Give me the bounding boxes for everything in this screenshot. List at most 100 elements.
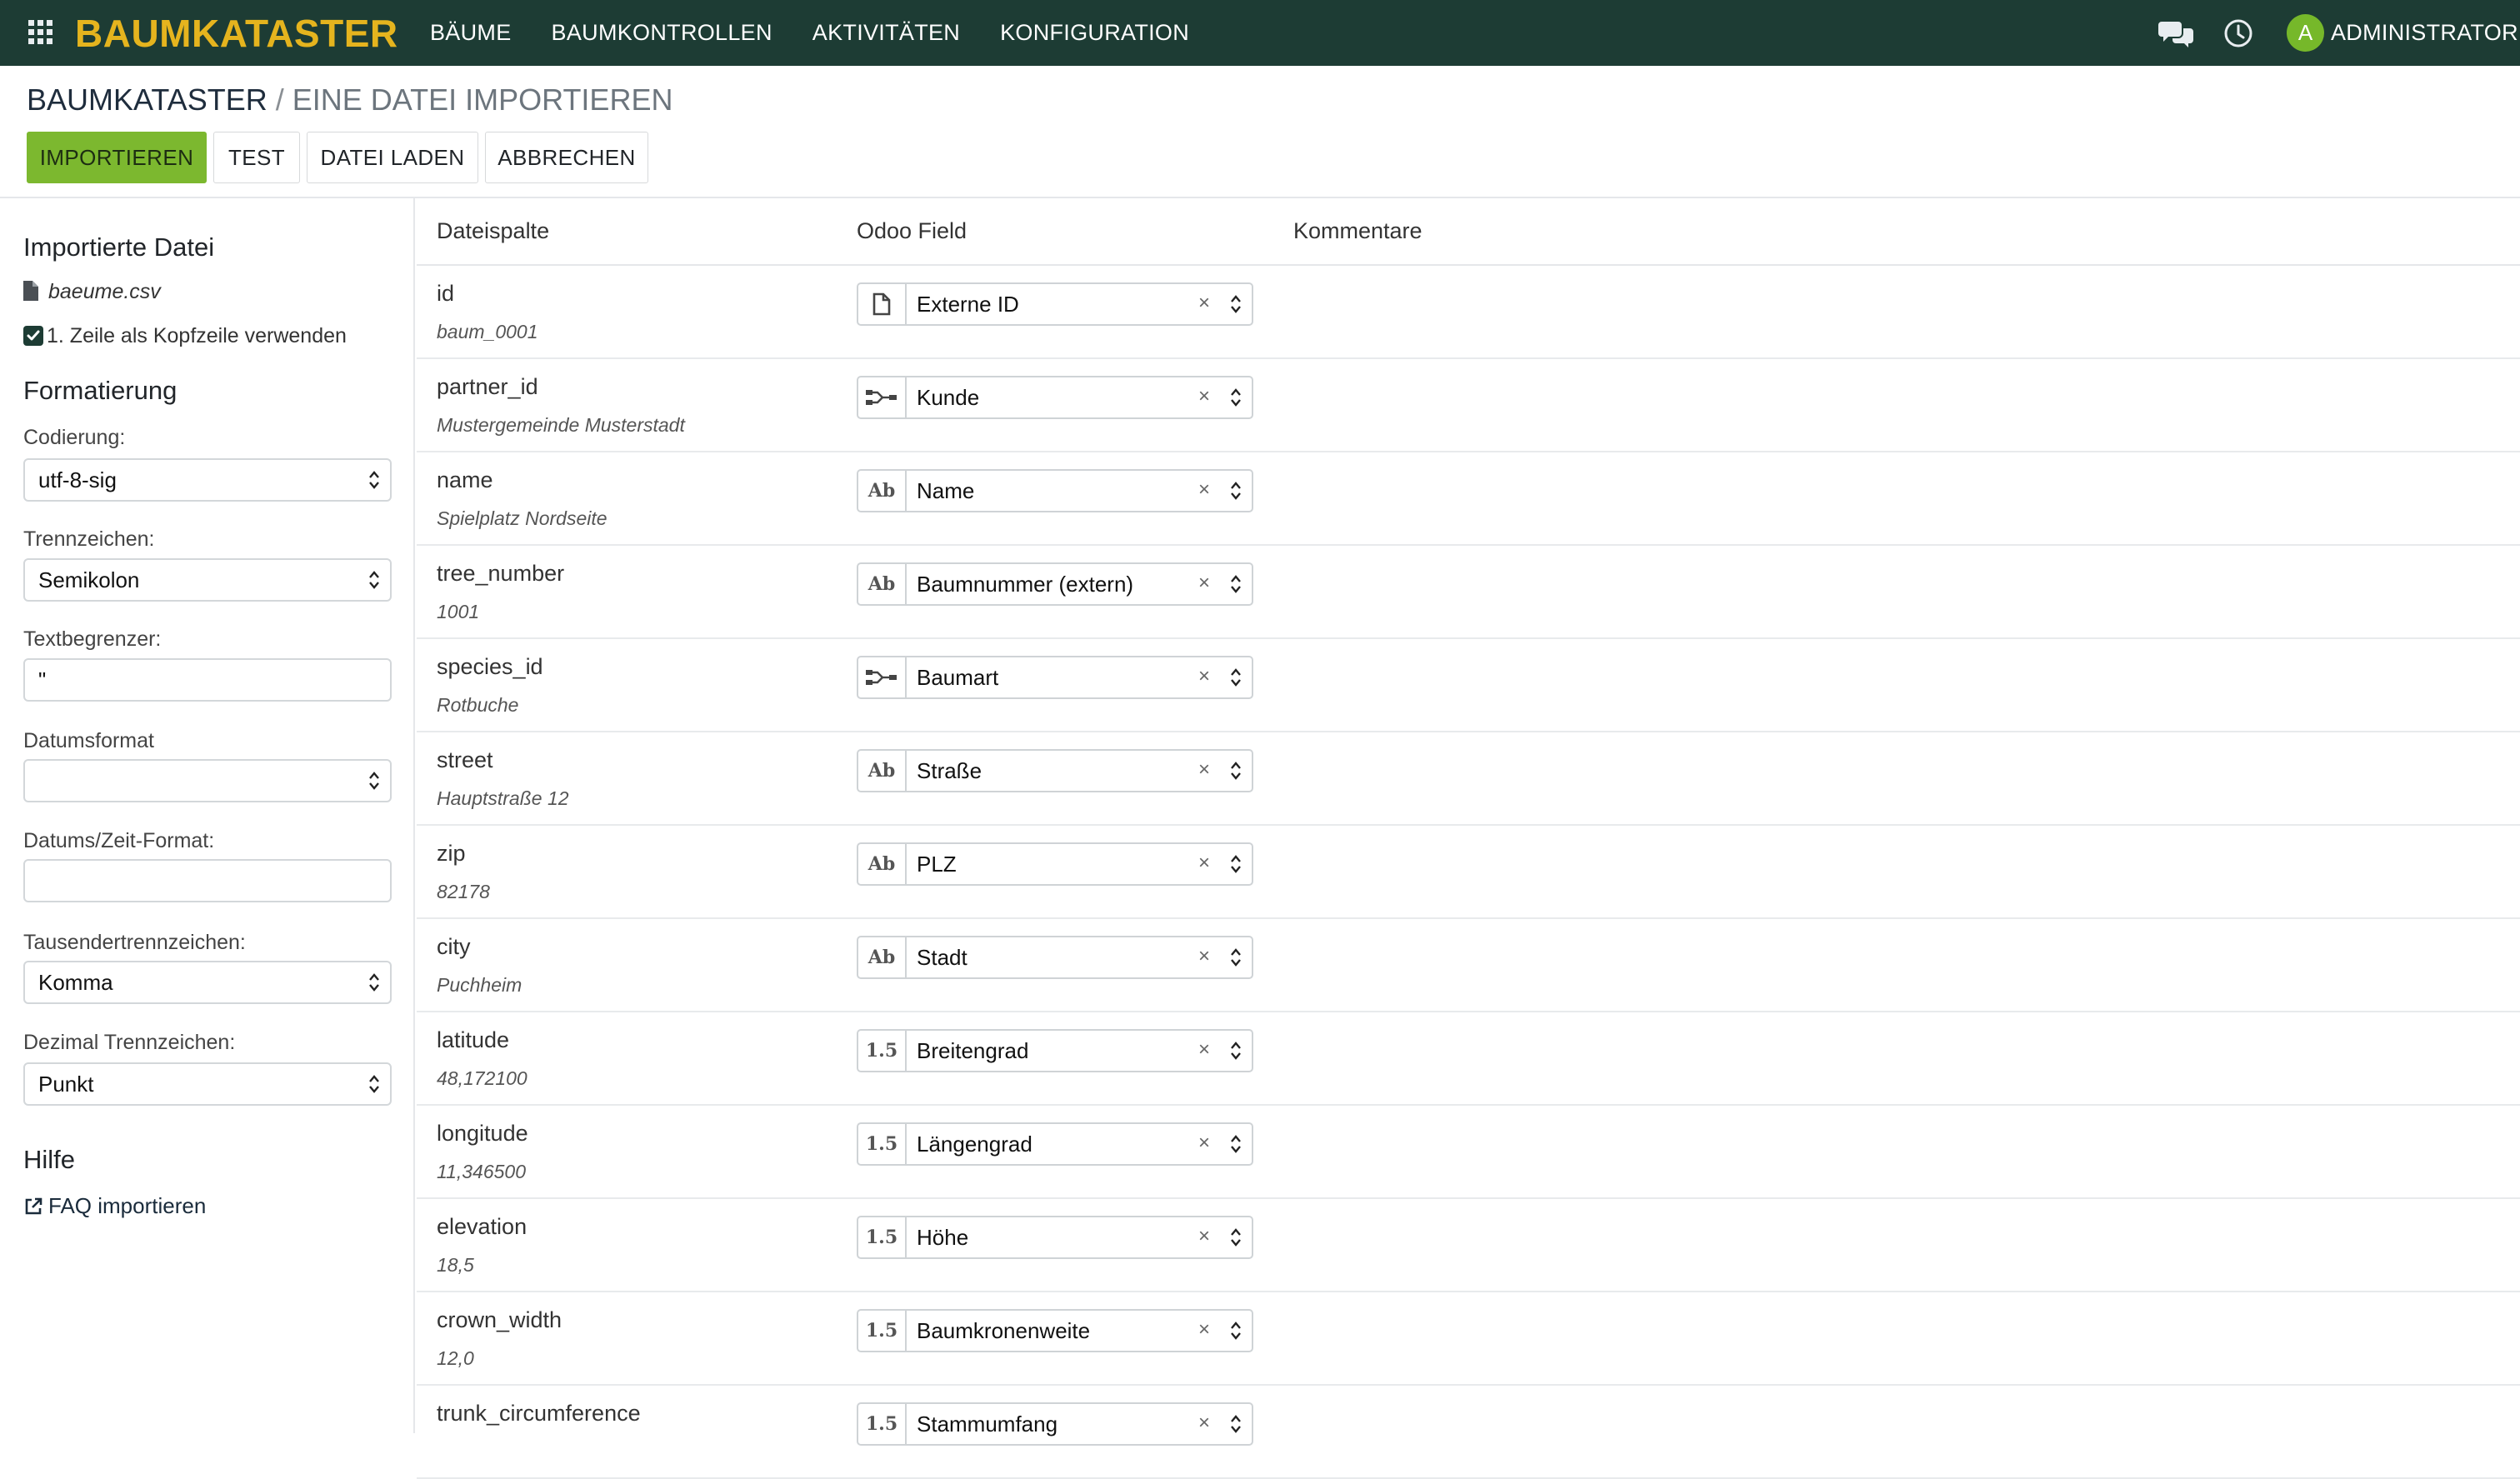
- date-format-select[interactable]: [23, 759, 392, 802]
- table-row: longitude 11,346500 1.5 Längengrad ×: [417, 1106, 2520, 1199]
- odoo-field-value: Stammumfang: [917, 1412, 1058, 1437]
- user-menu[interactable]: ADMINISTRATOR: [2331, 0, 2518, 66]
- odoo-field-select[interactable]: Kunde ×: [857, 376, 1253, 419]
- column-header-file-column: Dateispalte: [437, 218, 550, 243]
- table-row: id baum_0001 Externe ID ×: [417, 266, 2520, 359]
- checkbox-checked[interactable]: [23, 326, 43, 346]
- odoo-field-select[interactable]: 1.5 Breitengrad ×: [857, 1029, 1253, 1072]
- file-column-name: species_id: [437, 654, 543, 679]
- updown-chevron-icon: [1231, 948, 1241, 967]
- clear-icon[interactable]: ×: [1198, 377, 1210, 416]
- field-type-label: Ab: [868, 760, 896, 782]
- relation-icon: [858, 657, 907, 697]
- column-header-comments: Kommentare: [1293, 218, 1422, 243]
- clear-icon[interactable]: ×: [1198, 1217, 1210, 1256]
- separator-select[interactable]: Semikolon: [23, 558, 392, 602]
- odoo-field-select[interactable]: 1.5 Höhe ×: [857, 1216, 1253, 1259]
- import-button[interactable]: IMPORTIEREN: [27, 132, 207, 183]
- clear-icon[interactable]: ×: [1198, 284, 1210, 322]
- clear-icon[interactable]: ×: [1198, 1311, 1210, 1349]
- menu-item-aktivitaeten[interactable]: AKTIVITÄTEN: [812, 0, 960, 66]
- odoo-field-value: Baumart: [917, 665, 999, 690]
- file-column-name: latitude: [437, 1027, 510, 1052]
- odoo-field-value: Name: [917, 478, 975, 503]
- thousands-separator-select[interactable]: Komma: [23, 961, 392, 1004]
- clear-icon[interactable]: ×: [1198, 471, 1210, 509]
- field-type-label: Ab: [868, 947, 896, 968]
- quote-input[interactable]: ": [23, 658, 392, 702]
- clear-icon[interactable]: ×: [1198, 1031, 1210, 1069]
- faq-import-link[interactable]: FAQ importieren: [23, 1193, 206, 1219]
- field-type-label: Ab: [868, 573, 896, 595]
- float-type-icon: 1.5: [858, 1311, 907, 1351]
- text-type-icon: Ab: [858, 564, 907, 604]
- clear-icon[interactable]: ×: [1198, 564, 1210, 602]
- odoo-field-select[interactable]: Ab Stadt ×: [857, 936, 1253, 979]
- table-row: tree_number 1001 Ab Baumnummer (extern) ×: [417, 546, 2520, 639]
- odoo-field-select[interactable]: Ab Name ×: [857, 469, 1253, 512]
- clear-icon[interactable]: ×: [1198, 1404, 1210, 1442]
- datetime-format-label: Datums/Zeit-Format:: [23, 829, 215, 852]
- odoo-field-value: Externe ID: [917, 292, 1019, 317]
- updown-chevron-icon: [1231, 855, 1241, 873]
- clear-icon[interactable]: ×: [1198, 844, 1210, 882]
- odoo-field-select[interactable]: Externe ID ×: [857, 282, 1253, 326]
- file-column-name: tree_number: [437, 561, 565, 586]
- odoo-field-select[interactable]: 1.5 Längengrad ×: [857, 1122, 1253, 1166]
- odoo-field-value: Höhe: [917, 1225, 969, 1250]
- clear-icon[interactable]: ×: [1198, 751, 1210, 789]
- file-column-name: longitude: [437, 1121, 528, 1146]
- updown-chevron-icon: [369, 973, 379, 992]
- separator-value: Semikolon: [38, 567, 140, 592]
- clear-icon[interactable]: ×: [1198, 1124, 1210, 1162]
- apps-grid-icon[interactable]: [28, 20, 53, 45]
- odoo-field-select[interactable]: Ab Baumnummer (extern) ×: [857, 562, 1253, 606]
- file-column-sample: Mustergemeinde Musterstadt: [437, 414, 685, 436]
- float-type-icon: 1.5: [858, 1217, 907, 1257]
- file-column-sample: 18,5: [437, 1254, 474, 1276]
- encoding-select[interactable]: utf-8-sig: [23, 458, 392, 502]
- odoo-field-value: Baumkronenweite: [917, 1318, 1091, 1343]
- help-heading: Hilfe: [23, 1145, 76, 1174]
- decimal-separator-select[interactable]: Punkt: [23, 1062, 392, 1106]
- menu-item-baeume[interactable]: BÄUME: [430, 0, 512, 66]
- datetime-format-input[interactable]: [23, 859, 392, 902]
- quote-value: ": [38, 667, 47, 692]
- field-type-label: 1.5: [865, 1320, 898, 1342]
- odoo-field-select[interactable]: 1.5 Stammumfang ×: [857, 1402, 1253, 1446]
- odoo-field-select[interactable]: Baumart ×: [857, 656, 1253, 699]
- faq-link-text: FAQ importieren: [48, 1193, 207, 1218]
- menu-item-baumkontrollen[interactable]: BAUMKONTROLLEN: [552, 0, 772, 66]
- header-row-checkbox[interactable]: 1. Zeile als Kopfzeile verwenden: [23, 324, 347, 348]
- file-name-text: baeume.csv: [48, 280, 161, 303]
- table-row: street Hauptstraße 12 Ab Straße ×: [417, 732, 2520, 826]
- field-type-label: Ab: [868, 853, 896, 875]
- chat-icon[interactable]: [2158, 18, 2195, 48]
- clear-icon[interactable]: ×: [1198, 937, 1210, 976]
- app-brand[interactable]: BAUMKATASTER: [75, 11, 398, 56]
- test-button[interactable]: TEST: [213, 132, 300, 183]
- breadcrumb-current: EINE DATEI IMPORTIEREN: [292, 82, 673, 117]
- odoo-field-select[interactable]: Ab PLZ ×: [857, 842, 1253, 886]
- odoo-field-select[interactable]: Ab Straße ×: [857, 749, 1253, 792]
- file-column-sample: Hauptstraße 12: [437, 787, 569, 809]
- odoo-field-select[interactable]: 1.5 Baumkronenweite ×: [857, 1309, 1253, 1352]
- breadcrumb: BAUMKATASTER / EINE DATEI IMPORTIEREN: [27, 82, 672, 118]
- menu-item-konfiguration[interactable]: KONFIGURATION: [1000, 0, 1189, 66]
- odoo-field-value: Längengrad: [917, 1132, 1032, 1157]
- text-type-icon: Ab: [858, 751, 907, 791]
- thousands-separator-label: Tausendertrennzeichen:: [23, 931, 246, 954]
- odoo-field-value: Straße: [917, 758, 982, 783]
- avatar[interactable]: A: [2287, 14, 2324, 52]
- updown-chevron-icon: [369, 471, 379, 489]
- clock-icon[interactable]: [2223, 18, 2253, 48]
- field-type-label: 1.5: [865, 1040, 898, 1062]
- date-format-label: Datumsformat: [23, 729, 154, 752]
- clear-icon[interactable]: ×: [1198, 657, 1210, 696]
- field-type-label: 1.5: [865, 1133, 898, 1155]
- breadcrumb-root[interactable]: BAUMKATASTER: [27, 82, 268, 117]
- file-column-name: trunk_circumference: [437, 1401, 641, 1426]
- cancel-button[interactable]: ABBRECHEN: [485, 132, 648, 183]
- text-type-icon: Ab: [858, 937, 907, 977]
- load-file-button[interactable]: DATEI LADEN: [307, 132, 478, 183]
